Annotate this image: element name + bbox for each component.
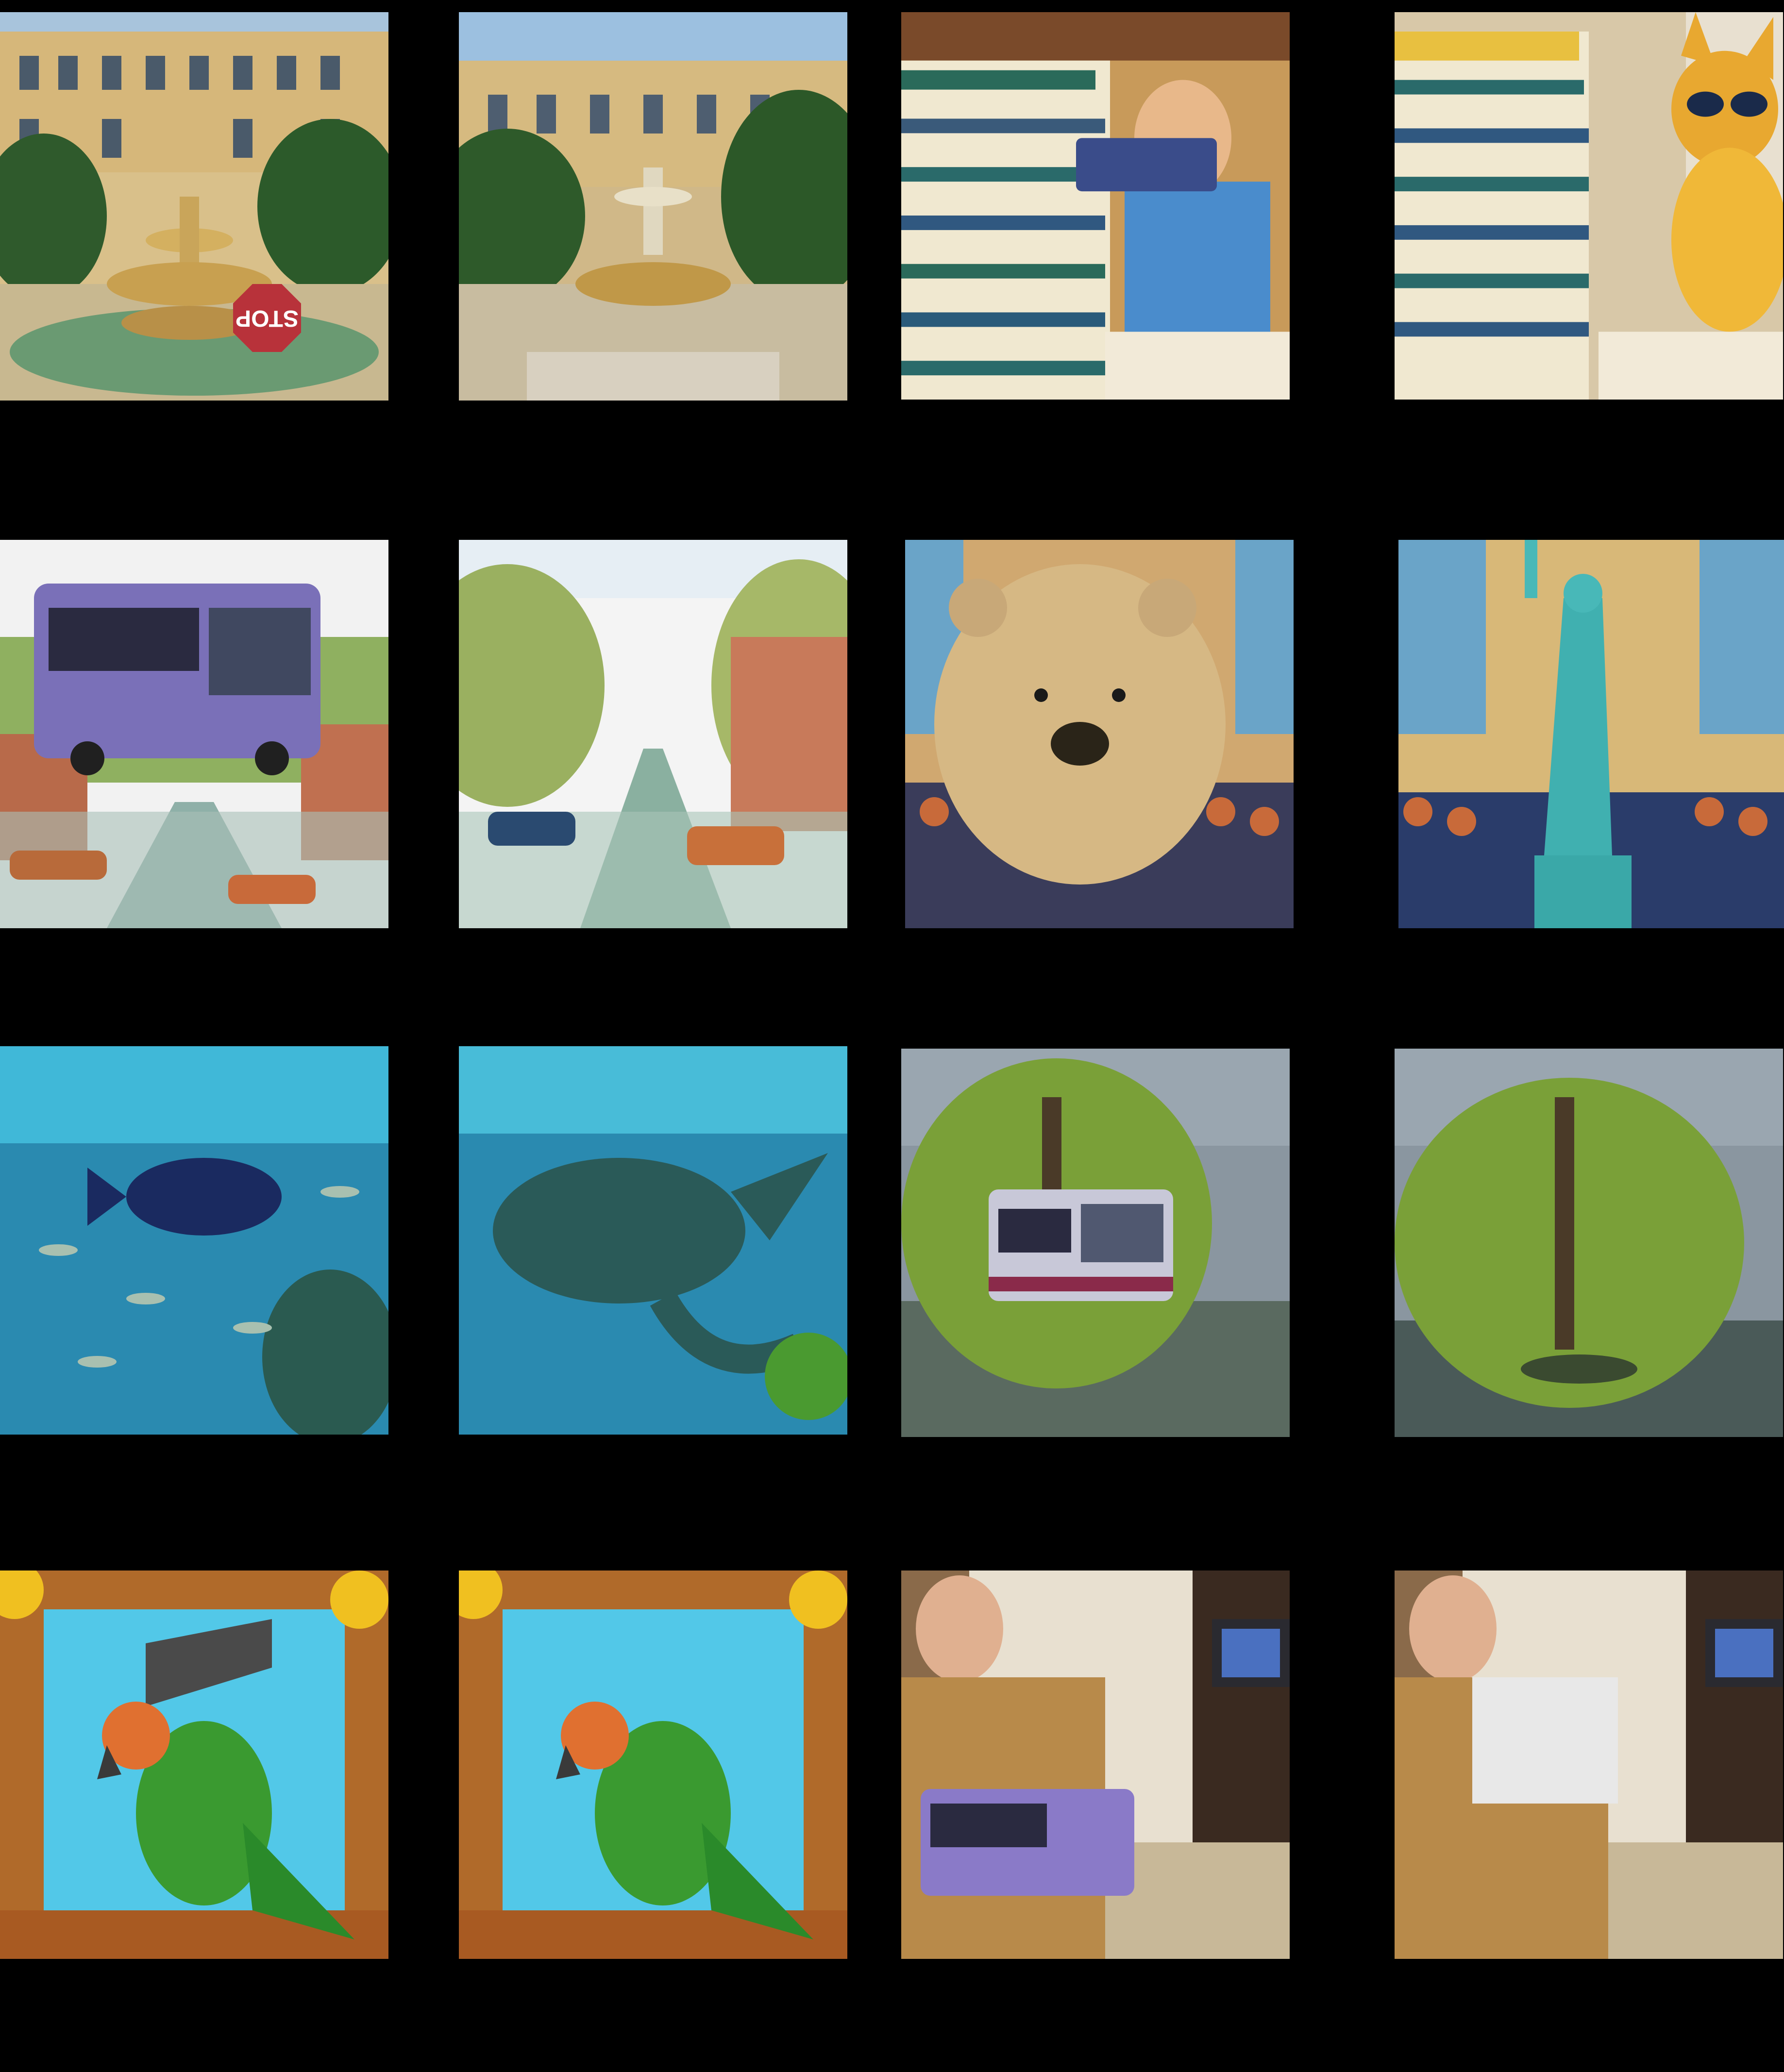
image-books-cat-sunglasses [1395, 12, 1783, 400]
stop-sign-text: STOP [236, 305, 299, 331]
image-old-man-tv [1395, 1571, 1783, 1959]
image-books-child-glasses [901, 12, 1290, 400]
image-willow-tree [1395, 1049, 1783, 1437]
image-palace-fountain [459, 12, 847, 401]
image-willow-tree-bus [901, 1049, 1290, 1437]
image-canal-bus [0, 540, 388, 928]
image-parrot-brick [0, 1571, 388, 1959]
image-palace-fountain-stop-sign: STOP [0, 12, 388, 401]
image-parrot-window [459, 1571, 847, 1959]
image-crowd-statue-of-liberty [1398, 540, 1784, 928]
image-crowd-bear [905, 540, 1294, 928]
image-underwater-crocodile [459, 1046, 847, 1435]
image-underwater-fish [0, 1046, 388, 1435]
image-old-man-tv-bus [901, 1571, 1290, 1959]
image-canal-watercolor [459, 540, 847, 928]
